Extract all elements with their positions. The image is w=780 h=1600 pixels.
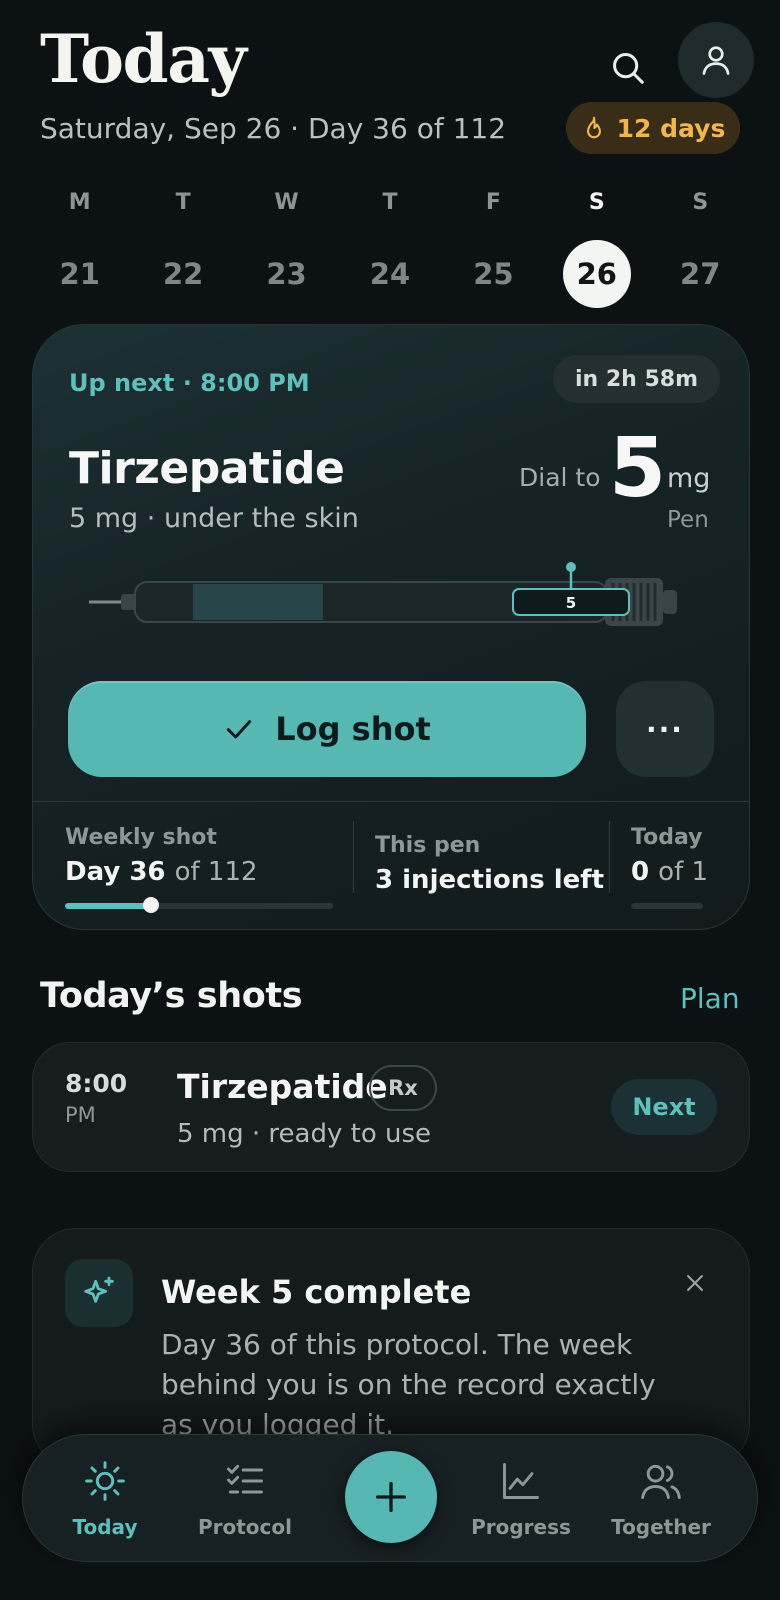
weekly-day: Day 36: [65, 857, 166, 887]
sun-icon: [85, 1461, 125, 1501]
day-number: 23: [266, 257, 307, 291]
search-button[interactable]: [600, 40, 656, 96]
streak-badge[interactable]: 12 days: [566, 102, 740, 154]
shot-detail: 5 mg · ready to use: [177, 1119, 432, 1149]
day-number: 25: [473, 257, 514, 291]
shot-med-name: Tirzepatide: [177, 1067, 388, 1106]
sparkle-icon: [84, 1276, 114, 1303]
log-shot-button[interactable]: Log shot: [68, 681, 586, 777]
next-button[interactable]: Next: [611, 1079, 717, 1135]
flame-icon: [586, 116, 601, 139]
streak-label: 12 days: [616, 113, 726, 143]
weekly-progress-fill: [65, 903, 151, 909]
milestone-title: Week 5 complete: [161, 1273, 472, 1311]
page-title: Today: [40, 20, 247, 98]
rx-badge: Rx: [369, 1065, 437, 1111]
profile-button[interactable]: [678, 22, 754, 98]
today-label: Today: [631, 825, 703, 850]
day-thursday[interactable]: T 24: [338, 188, 441, 308]
log-shot-label: Log shot: [275, 710, 431, 748]
today-count: 0 of 1: [631, 857, 708, 887]
plus-icon: [376, 1482, 406, 1512]
today-total: of 1: [658, 857, 709, 887]
day-number: 27: [680, 257, 721, 291]
pen-window-value: 5: [566, 594, 576, 612]
checklist-icon: [227, 1464, 263, 1494]
bottom-nav: Today Protocol Progress Together: [22, 1434, 758, 1562]
date-line: Saturday, Sep 26 · Day 36 of 112: [40, 112, 507, 145]
up-next-card: Up next · 8:00 PM in 2h 58m Tirzepatide …: [32, 324, 750, 930]
week-strip: M 21 T 22 W 23 T 24 F 25 S 26 S 27: [28, 188, 752, 308]
nav-together[interactable]: Together: [591, 1457, 731, 1539]
day-number-selected: 26: [562, 240, 631, 308]
milestone-icon-box: [65, 1259, 133, 1327]
day-monday[interactable]: M 21: [28, 188, 131, 308]
dial-value: 5: [609, 421, 667, 516]
day-letter: M: [68, 190, 91, 215]
device-label: Pen: [667, 507, 709, 533]
day-wednesday[interactable]: W 23: [235, 188, 338, 308]
shot-ampm: PM: [65, 1103, 96, 1127]
nav-today[interactable]: Today: [35, 1457, 175, 1539]
day-number: 24: [369, 257, 411, 291]
day-number: 21: [59, 257, 100, 291]
up-next-label: Up next · 8:00 PM: [69, 369, 310, 397]
day-letter: S: [692, 190, 709, 215]
day-sunday[interactable]: S 27: [649, 188, 752, 308]
search-icon: [613, 53, 644, 84]
countdown-chip: in 2h 58m: [553, 355, 721, 403]
day-letter: W: [274, 190, 299, 215]
medication-detail: 5 mg · under the skin: [69, 503, 359, 534]
day-saturday-selected[interactable]: S 26: [545, 188, 648, 308]
day-friday[interactable]: F 25: [442, 188, 545, 308]
shot-list-item[interactable]: 8:00 PM Tirzepatide Rx 5 mg · ready to u…: [32, 1042, 750, 1172]
plan-link[interactable]: Plan: [680, 982, 740, 1015]
nav-label: Progress: [471, 1515, 571, 1539]
pen-illustration: 5: [89, 562, 677, 626]
day-letter: T: [175, 190, 191, 215]
dial-label: Dial to: [519, 463, 601, 492]
weekly-shot-value: Day 36 of 112: [65, 857, 258, 887]
weekly-shot-label: Weekly shot: [65, 825, 217, 850]
day-letter: F: [485, 190, 501, 215]
dismiss-button[interactable]: [673, 1261, 717, 1305]
day-number: 22: [162, 257, 204, 291]
stat-divider: [609, 821, 610, 893]
dial-unit: mg: [667, 463, 711, 494]
milestone-body: Day 36 of this protocol. The week behind…: [161, 1328, 656, 1441]
nav-protocol[interactable]: Protocol: [175, 1457, 315, 1539]
people-icon: [641, 1464, 681, 1499]
check-icon: [227, 720, 252, 739]
medication-name: Tirzepatide: [69, 443, 345, 494]
today-progress-track: [631, 903, 703, 909]
nav-label: Today: [72, 1515, 138, 1539]
add-button[interactable]: [345, 1451, 437, 1543]
chart-icon: [503, 1463, 539, 1499]
nav-label: Protocol: [197, 1515, 292, 1539]
bottom-safe-area: [0, 1562, 780, 1600]
today-done: 0: [631, 857, 650, 887]
todays-shots-title: Today’s shots: [40, 976, 303, 1016]
shot-time: 8:00: [65, 1069, 128, 1098]
this-pen-label: This pen: [375, 833, 481, 858]
day-tuesday[interactable]: T 22: [131, 188, 234, 308]
nav-progress[interactable]: Progress: [451, 1457, 591, 1539]
weekly-total: of 112: [174, 857, 258, 887]
nav-label: Together: [611, 1515, 711, 1539]
injections-left: 3 injections left: [375, 865, 605, 895]
close-icon: [687, 1275, 703, 1291]
more-options-button[interactable]: ···: [616, 681, 714, 777]
card-divider: [33, 801, 749, 802]
day-letter: T: [382, 190, 398, 215]
profile-icon: [702, 46, 730, 75]
day-letter: S: [588, 190, 605, 215]
weekly-progress-knob: [143, 897, 159, 913]
stat-divider: [353, 821, 354, 893]
milestone-card: Week 5 complete Day 36 of this protocol.…: [32, 1228, 750, 1468]
